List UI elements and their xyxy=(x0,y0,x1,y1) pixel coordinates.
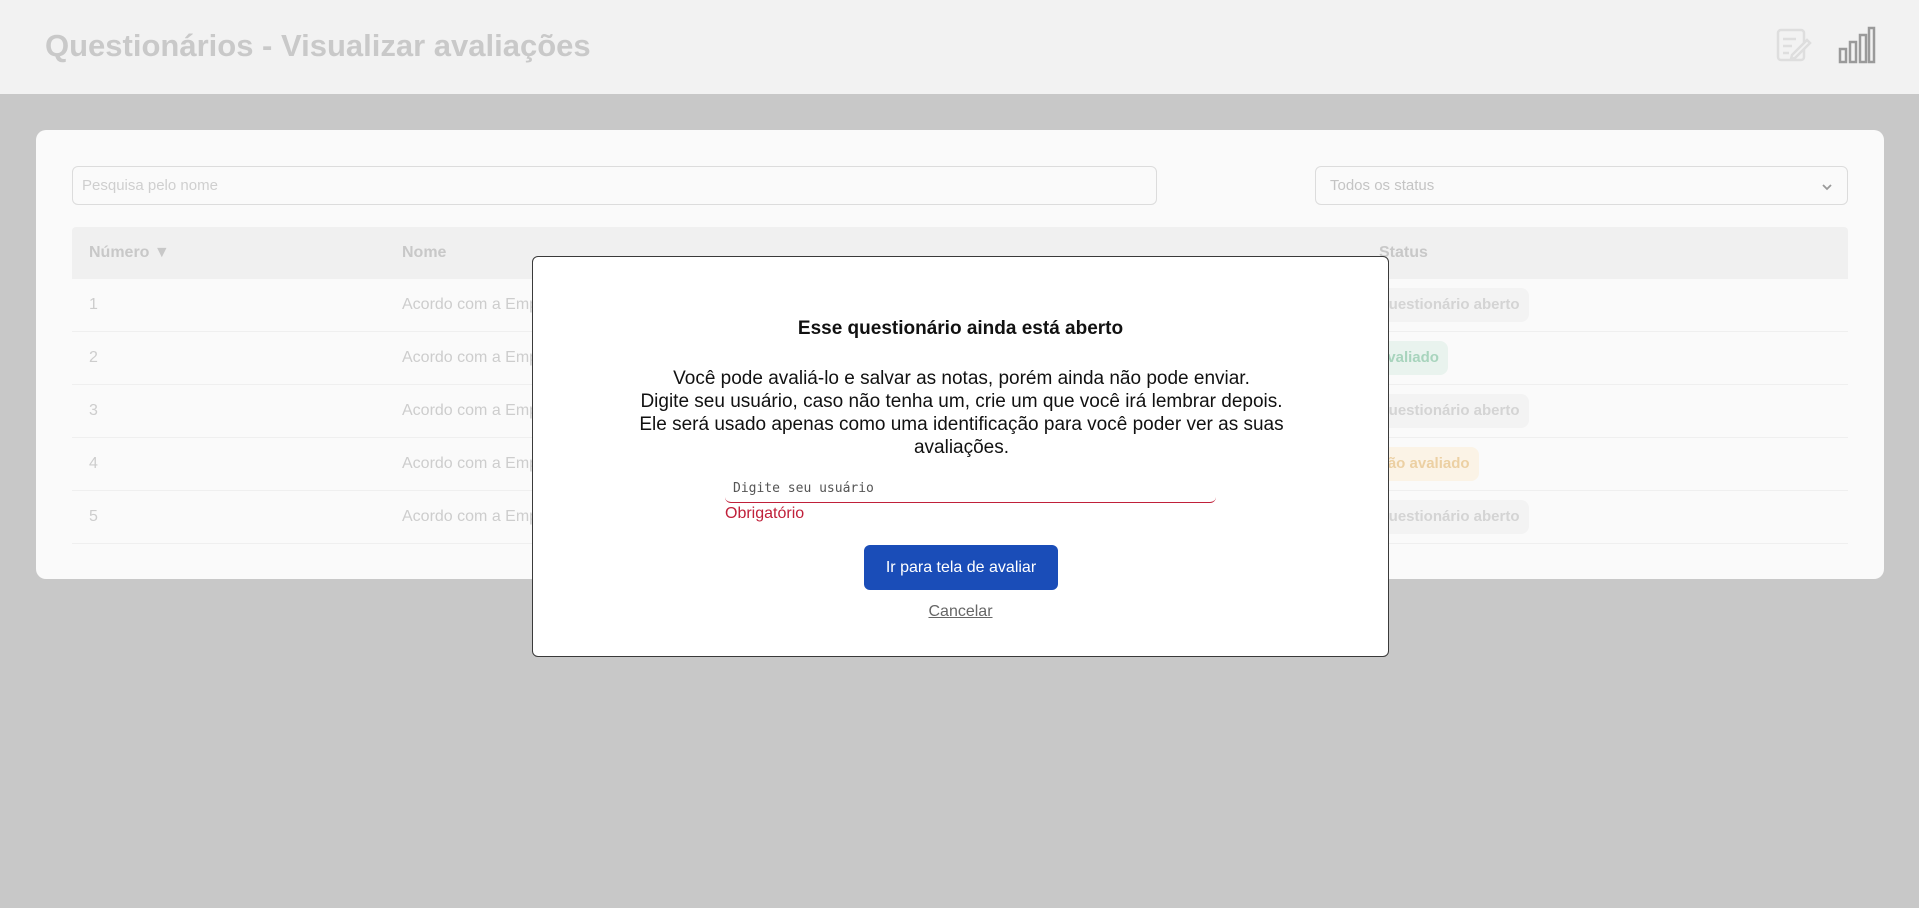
row-name: Acordo com a Emp xyxy=(402,349,539,366)
row-name: Acordo com a Emp xyxy=(402,455,539,472)
dialog-message-line: Digite seu usuário, caso não tenha um, c… xyxy=(640,391,1283,412)
row-number: 4 xyxy=(89,455,98,472)
row-number: 2 xyxy=(89,349,98,366)
row-number: 1 xyxy=(89,296,98,313)
chevron-down-icon xyxy=(1821,180,1833,192)
dialog-title: Esse questionário ainda está aberto xyxy=(797,318,1124,339)
dialog-message-line: Ele será usado apenas como uma identific… xyxy=(639,414,1284,458)
column-header-nome: Nome xyxy=(402,244,447,261)
status-badge: Questionário aberto xyxy=(1368,394,1529,428)
row-number: 3 xyxy=(89,402,98,419)
open-questionnaire-dialog: Esse questionário ainda está aberto Você… xyxy=(532,256,1389,657)
row-number: 5 xyxy=(89,508,98,525)
username-input[interactable] xyxy=(725,474,1216,503)
go-to-evaluate-button[interactable]: Ir para tela de avaliar xyxy=(864,545,1058,590)
dialog-message-line: Você pode avaliá-lo e salvar as notas, p… xyxy=(673,368,1250,389)
column-header-numero[interactable]: Número ▼ xyxy=(89,244,170,262)
dialog-message: Você pode avaliá-lo e salvar as notas, p… xyxy=(603,367,1320,459)
status-filter-select[interactable]: Todos os status xyxy=(1315,166,1848,205)
status-badge: Questionário aberto xyxy=(1368,288,1529,322)
row-name: Acordo com a Emp xyxy=(402,296,539,313)
bar-chart-icon[interactable] xyxy=(1838,26,1876,64)
status-badge: Questionário aberto xyxy=(1368,500,1529,534)
page-title: Questionários - Visualizar avaliações xyxy=(45,28,591,63)
edit-icon[interactable] xyxy=(1774,26,1812,64)
row-name: Acordo com a Emp xyxy=(402,508,539,525)
required-error-text: Obrigatório xyxy=(725,505,805,522)
row-name: Acordo com a Emp xyxy=(402,402,539,419)
search-input[interactable] xyxy=(72,166,1157,205)
status-filter-value: Todos os status xyxy=(1330,177,1435,194)
cancel-link[interactable]: Cancelar xyxy=(533,603,1388,621)
app-header: Questionários - Visualizar avaliações xyxy=(0,0,1919,94)
